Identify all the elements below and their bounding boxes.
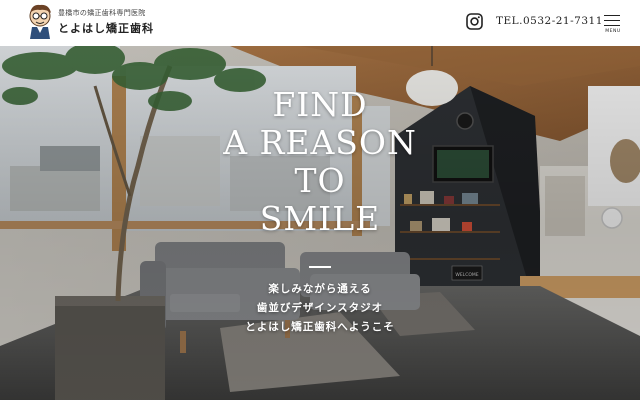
instagram-icon[interactable] [466, 13, 483, 30]
mascot-logo-icon[interactable] [24, 3, 56, 41]
headline-line: FIND [272, 85, 368, 124]
logo-title[interactable]: とよはし矯正歯科 [58, 20, 154, 36]
tagline-line: 楽しみながら通える [268, 283, 372, 295]
logo-subtitle: 豊橋市の矯正歯科専門医院 [58, 9, 146, 17]
hamburger-bar-icon [604, 25, 620, 27]
headline-line: SMILE [259, 199, 381, 238]
headline-divider [309, 266, 331, 268]
headline-line: TO [294, 161, 346, 200]
phone-number-link[interactable]: TEL.0532-21-7311 [496, 15, 603, 27]
tagline-line: とよはし矯正歯科へようこそ [245, 321, 395, 333]
hero-section: WELCOME [0, 46, 640, 400]
site-header: 豊橋市の矯正歯科専門医院 とよはし矯正歯科 TEL.0532-21-7311 M… [0, 0, 640, 46]
hero-tagline: 楽しみながら通える 歯並びデザインスタジオ とよはし矯正歯科へようこそ [170, 280, 470, 337]
hero-headline: FIND A REASON TO SMILE [170, 86, 470, 238]
hamburger-bar-icon [604, 15, 620, 17]
menu-button[interactable]: MENU [600, 10, 626, 36]
menu-label: MENU [605, 29, 621, 34]
tagline-line: 歯並びデザインスタジオ [256, 302, 384, 314]
headline-line: A REASON [223, 123, 417, 162]
hamburger-bar-icon [604, 20, 620, 22]
